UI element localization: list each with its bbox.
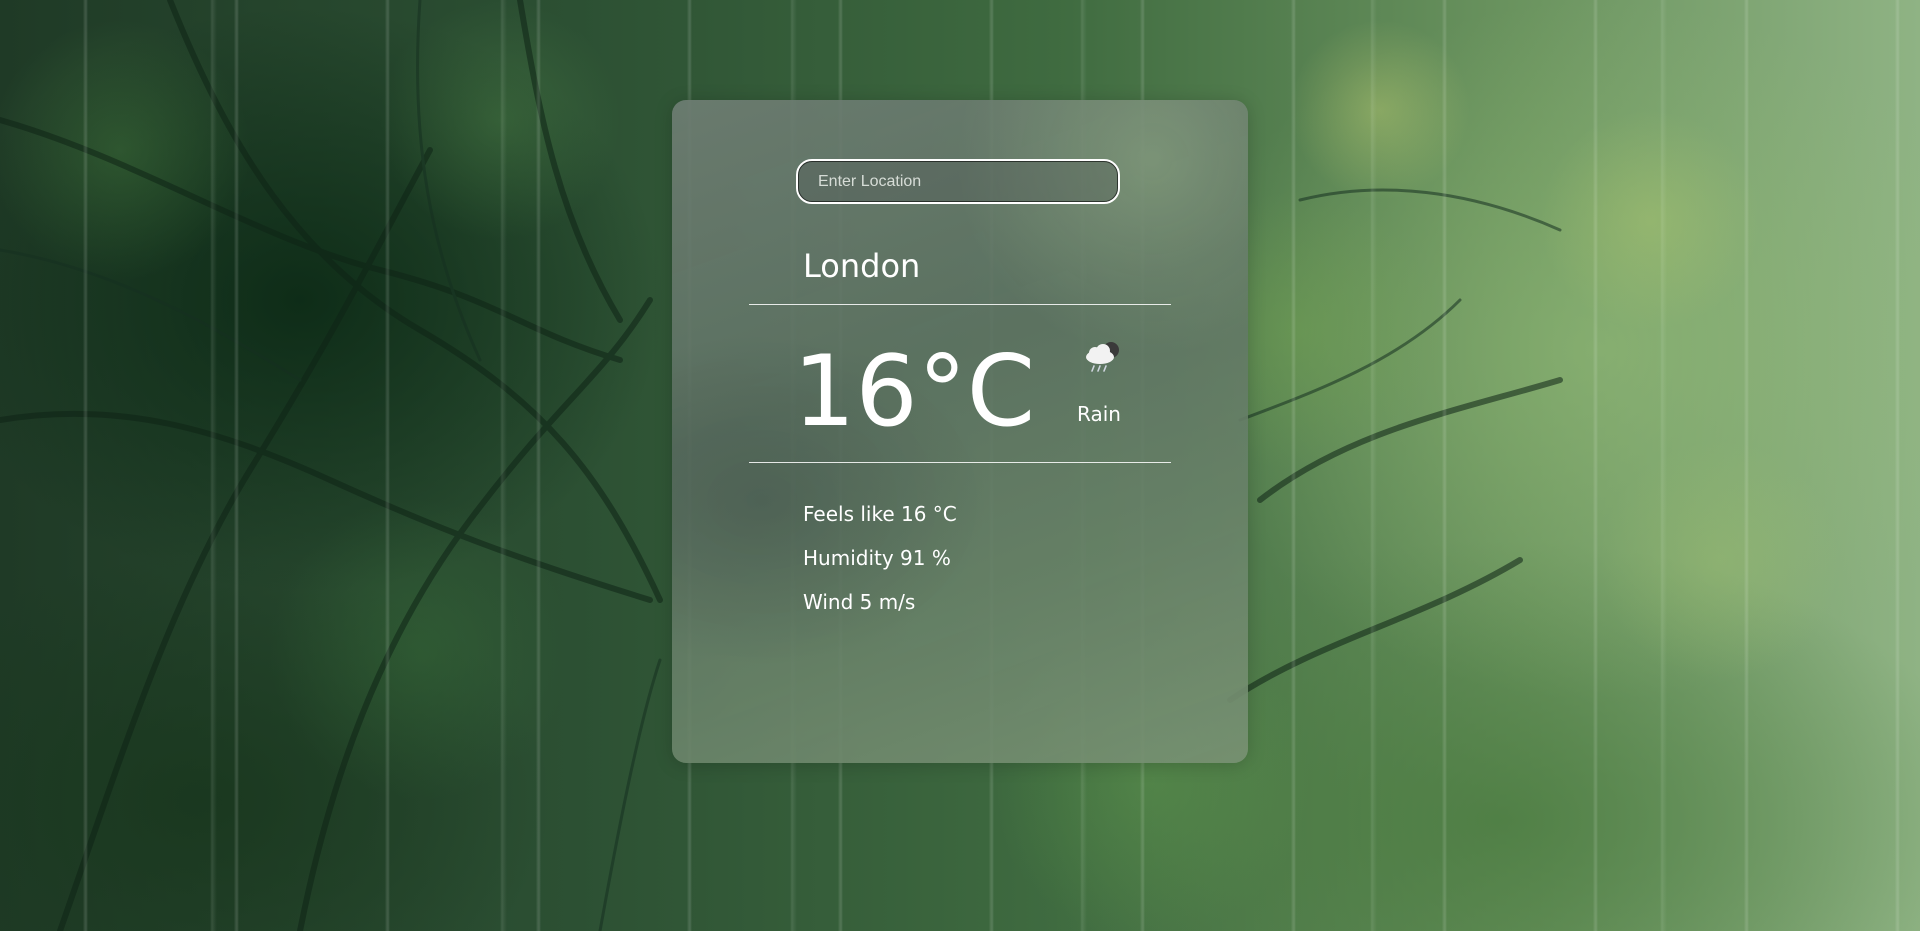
city-name: London bbox=[803, 247, 921, 285]
weather-card: London 16°C Rain Feels like 16 °C Humidi… bbox=[672, 100, 1248, 763]
humidity-text: Humidity 91 % bbox=[803, 546, 951, 570]
condition-label: Rain bbox=[1077, 402, 1121, 426]
location-search-input[interactable] bbox=[796, 159, 1120, 204]
top-divider bbox=[749, 304, 1171, 305]
wind-text: Wind 5 m/s bbox=[803, 590, 916, 614]
feels-like-text: Feels like 16 °C bbox=[803, 502, 957, 526]
temperature-value: 16°C bbox=[793, 335, 1036, 449]
bottom-divider bbox=[749, 462, 1171, 463]
rain-cloud-icon bbox=[1086, 342, 1119, 372]
